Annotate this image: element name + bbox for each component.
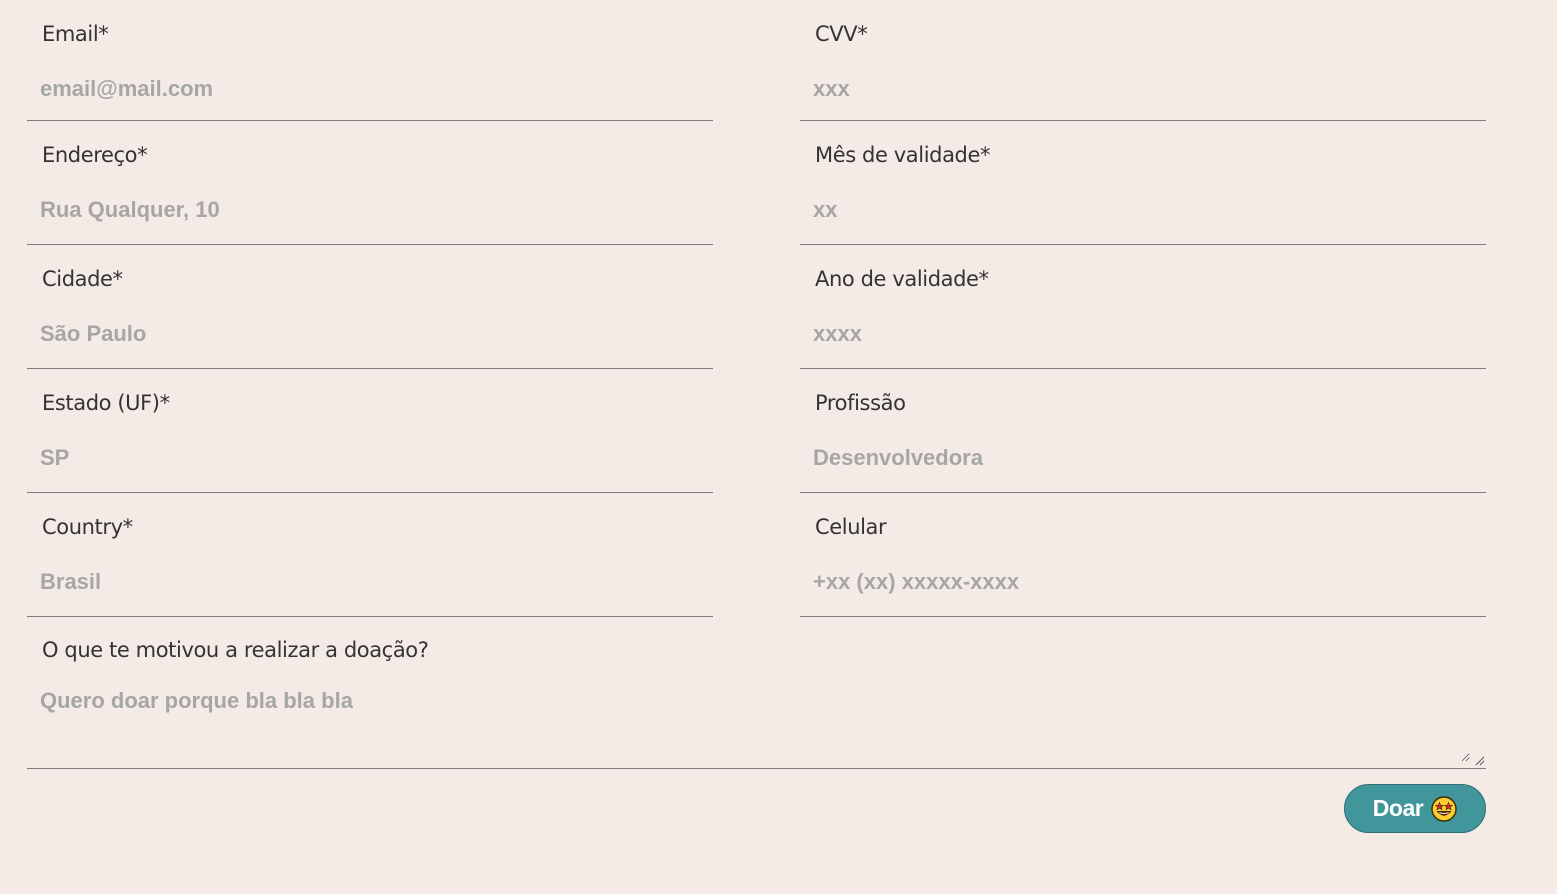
cvv-label: CVV*	[815, 22, 868, 46]
motivation-label: O que te motivou a realizar a doação?	[42, 638, 429, 662]
email-label: Email*	[42, 22, 109, 46]
profession-label: Profissão	[815, 391, 906, 415]
state-field-group: Estado (UF)*	[27, 369, 713, 493]
country-input[interactable]	[40, 565, 700, 599]
cvv-field-group: CVV*	[800, 0, 1486, 121]
expiry-month-field-group: Mês de validade*	[800, 121, 1486, 245]
city-input[interactable]	[40, 317, 700, 351]
expiry-year-label: Ano de validade*	[815, 267, 989, 291]
motivation-field-group: O que te motivou a realizar a doação?	[27, 612, 1486, 769]
expiry-month-label: Mês de validade*	[815, 143, 991, 167]
email-input[interactable]	[40, 72, 700, 106]
cvv-input[interactable]	[813, 72, 1473, 106]
country-field-group: Country*	[27, 493, 713, 617]
state-input[interactable]	[40, 441, 700, 475]
profession-input[interactable]	[813, 441, 1473, 475]
address-label: Endereço*	[42, 143, 148, 167]
mobile-field-group: Celular	[800, 493, 1486, 617]
mobile-label: Celular	[815, 515, 887, 539]
address-input[interactable]	[40, 193, 700, 227]
mobile-input[interactable]	[813, 565, 1473, 599]
resize-handle-icon[interactable]	[1475, 756, 1485, 766]
expiry-year-input[interactable]	[813, 317, 1473, 351]
right-column: CVV* Mês de validade* Ano de validade* P…	[800, 0, 1486, 617]
state-label: Estado (UF)*	[42, 391, 170, 415]
city-label: Cidade*	[42, 267, 123, 291]
country-label: Country*	[42, 515, 133, 539]
expiry-year-field-group: Ano de validade*	[800, 245, 1486, 369]
star-struck-emoji-icon	[1431, 795, 1457, 822]
left-column: Email* Endereço* Cidade* Estado (UF)* Co…	[27, 0, 713, 617]
city-field-group: Cidade*	[27, 245, 713, 369]
address-field-group: Endereço*	[27, 121, 713, 245]
donation-form-page: Email* Endereço* Cidade* Estado (UF)* Co…	[0, 0, 1557, 894]
donate-button[interactable]: Doar	[1344, 784, 1486, 833]
expiry-month-input[interactable]	[813, 193, 1473, 227]
email-field-group: Email*	[27, 0, 713, 121]
profession-field-group: Profissão	[800, 369, 1486, 493]
donate-button-label: Doar	[1372, 795, 1424, 821]
motivation-textarea[interactable]	[40, 688, 1470, 762]
